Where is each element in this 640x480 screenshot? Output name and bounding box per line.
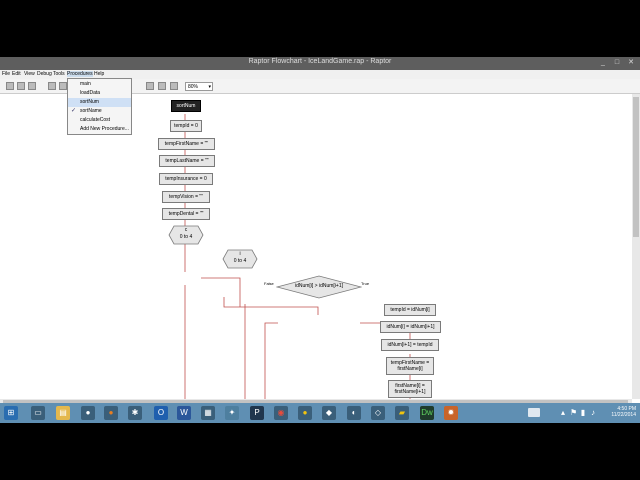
flag-icon[interactable]: ⚑ (570, 406, 577, 420)
procedure-item-sortnum[interactable]: sortNum (68, 98, 131, 107)
menu-procedures[interactable]: Procedures (67, 71, 93, 77)
loop-var: c (184, 227, 188, 233)
chevron-down-icon: ▾ (208, 84, 211, 90)
assignment-box[interactable]: tempVision = "" (162, 191, 210, 203)
zoom-out-icon[interactable] (170, 82, 178, 90)
procedure-item-sortname[interactable]: ✓ sortName (68, 107, 131, 116)
false-label: False (264, 281, 274, 286)
maximize-button[interactable]: □ (610, 58, 624, 68)
signal-icon[interactable]: ▮ (580, 406, 586, 420)
run-icon[interactable] (146, 82, 154, 90)
new-file-icon[interactable] (6, 82, 14, 90)
network-icon[interactable]: ▴ (560, 406, 566, 420)
desktop-icon[interactable]: ▭ (31, 406, 45, 420)
item-label: calculateCost (80, 117, 111, 123)
word-icon[interactable]: W (177, 406, 191, 420)
assignment-box[interactable]: idNum[i+1] = tempId (381, 339, 439, 351)
item-label: main (80, 81, 91, 87)
checkmark-icon: ✓ (71, 108, 77, 114)
menu-file[interactable]: File (2, 71, 10, 77)
menu-tools[interactable]: Tools (53, 71, 65, 77)
procedures-dropdown: main loadData sortNum ✓ sortName calculat… (67, 78, 132, 135)
menu-help[interactable]: Help (94, 71, 104, 77)
assignment-box[interactable]: idNum[i] = idNum[i+1] (380, 321, 441, 333)
document-icon[interactable]: ▦ (201, 406, 215, 420)
assignment-box[interactable]: tempId = idNum[i] (384, 304, 436, 316)
file-explorer-icon[interactable]: ▤ (56, 406, 70, 420)
taskbar: ⊞ ▭ ▤ ● ● ✱ O W ▦ ✦ P ◉ ● ◆ ◐ ◇ ▰ Dw ✹ ▴… (0, 403, 640, 423)
app-icon[interactable]: ◇ (371, 406, 385, 420)
assignment-box[interactable]: tempInsurance = 0 (159, 173, 213, 185)
p-app-icon[interactable]: P (250, 406, 264, 420)
save-file-icon[interactable] (28, 82, 36, 90)
add-new-procedure[interactable]: Add New Procedure... (68, 125, 131, 134)
windows-start-icon[interactable]: ⊞ (4, 406, 18, 420)
flowchart-canvas[interactable]: sortNum tempId = 0 tempFirstName = "" te… (0, 94, 632, 399)
open-file-icon[interactable] (17, 82, 25, 90)
loop-var: i (239, 251, 241, 257)
copy-icon[interactable] (59, 82, 67, 90)
settings-gear-icon[interactable]: ✹ (444, 406, 458, 420)
assignment-box[interactable]: tempFirstName = firstName[i] (386, 357, 434, 375)
zoom-in-icon[interactable] (158, 82, 166, 90)
minimize-button[interactable]: _ (596, 58, 610, 68)
app-icon[interactable]: ◐ (347, 406, 361, 420)
cut-icon[interactable] (48, 82, 56, 90)
vertical-scrollbar[interactable] (632, 94, 640, 399)
chrome-icon[interactable]: ● (81, 406, 95, 420)
procedure-item-main[interactable]: main (68, 80, 131, 89)
start-terminal[interactable]: sortNum (171, 100, 201, 112)
loop-i-label: i 0 to 4 (222, 251, 258, 265)
item-label: loadData (80, 90, 101, 96)
assignment-box[interactable]: tempLastName = "" (159, 155, 215, 167)
menu-debug[interactable]: Debug (37, 71, 52, 77)
assignment-box[interactable]: tempDental = "" (162, 208, 210, 220)
zoom-select[interactable]: 80% ▾ (185, 82, 213, 91)
assignment-box[interactable]: tempId = 0 (170, 120, 202, 132)
loop-c-label: c 0 to 4 (168, 227, 204, 241)
raptor-icon[interactable]: ✦ (225, 406, 239, 420)
loop-range: 0 to 4 (179, 234, 193, 240)
app-icon[interactable]: ● (298, 406, 312, 420)
procedure-item-loaddata[interactable]: loadData (68, 89, 131, 98)
decision-label: idNum[i] > idNum[i+1] (294, 283, 344, 289)
outlook-icon[interactable]: O (154, 406, 168, 420)
item-label: sortName (80, 108, 102, 114)
app-icon[interactable]: ◆ (322, 406, 336, 420)
procedure-item-calculatecost[interactable]: calculateCost (68, 116, 131, 125)
window-title: Raptor Flowchart - IceLandGame.rap - Rap… (248, 58, 392, 65)
folder-icon[interactable]: ▰ (395, 406, 409, 420)
flowchart-connectors (184, 114, 411, 399)
volume-icon[interactable]: ♪ (590, 406, 596, 420)
app-icon[interactable]: ◉ (274, 406, 288, 420)
vertical-scroll-thumb[interactable] (633, 97, 639, 237)
clock-date: 11/22/2014 (611, 412, 636, 418)
item-label: Add New Procedure... (80, 126, 129, 132)
close-button[interactable]: ✕ (624, 58, 638, 68)
menu-edit[interactable]: Edit (12, 71, 21, 77)
assignment-box[interactable]: firstName[i] = firstName[i+1] (388, 380, 432, 398)
zoom-value: 80% (188, 84, 199, 90)
item-label: sortNum (80, 99, 99, 105)
menu-view[interactable]: View (24, 71, 35, 77)
window-titlebar: Raptor Flowchart - IceLandGame.rap - Rap… (0, 57, 640, 70)
screen: Raptor Flowchart - IceLandGame.rap - Rap… (0, 57, 640, 423)
keyboard-icon[interactable] (528, 408, 540, 417)
loop-range: 0 to 4 (233, 258, 247, 264)
true-label: True (361, 281, 370, 286)
assignment-box[interactable]: tempFirstName = "" (158, 138, 215, 150)
system-clock[interactable]: 4:50 PM 11/22/2014 (606, 406, 636, 418)
firefox-icon[interactable]: ● (104, 406, 118, 420)
app-icon[interactable]: ✱ (128, 406, 142, 420)
dreamweaver-icon[interactable]: Dw (420, 406, 434, 420)
